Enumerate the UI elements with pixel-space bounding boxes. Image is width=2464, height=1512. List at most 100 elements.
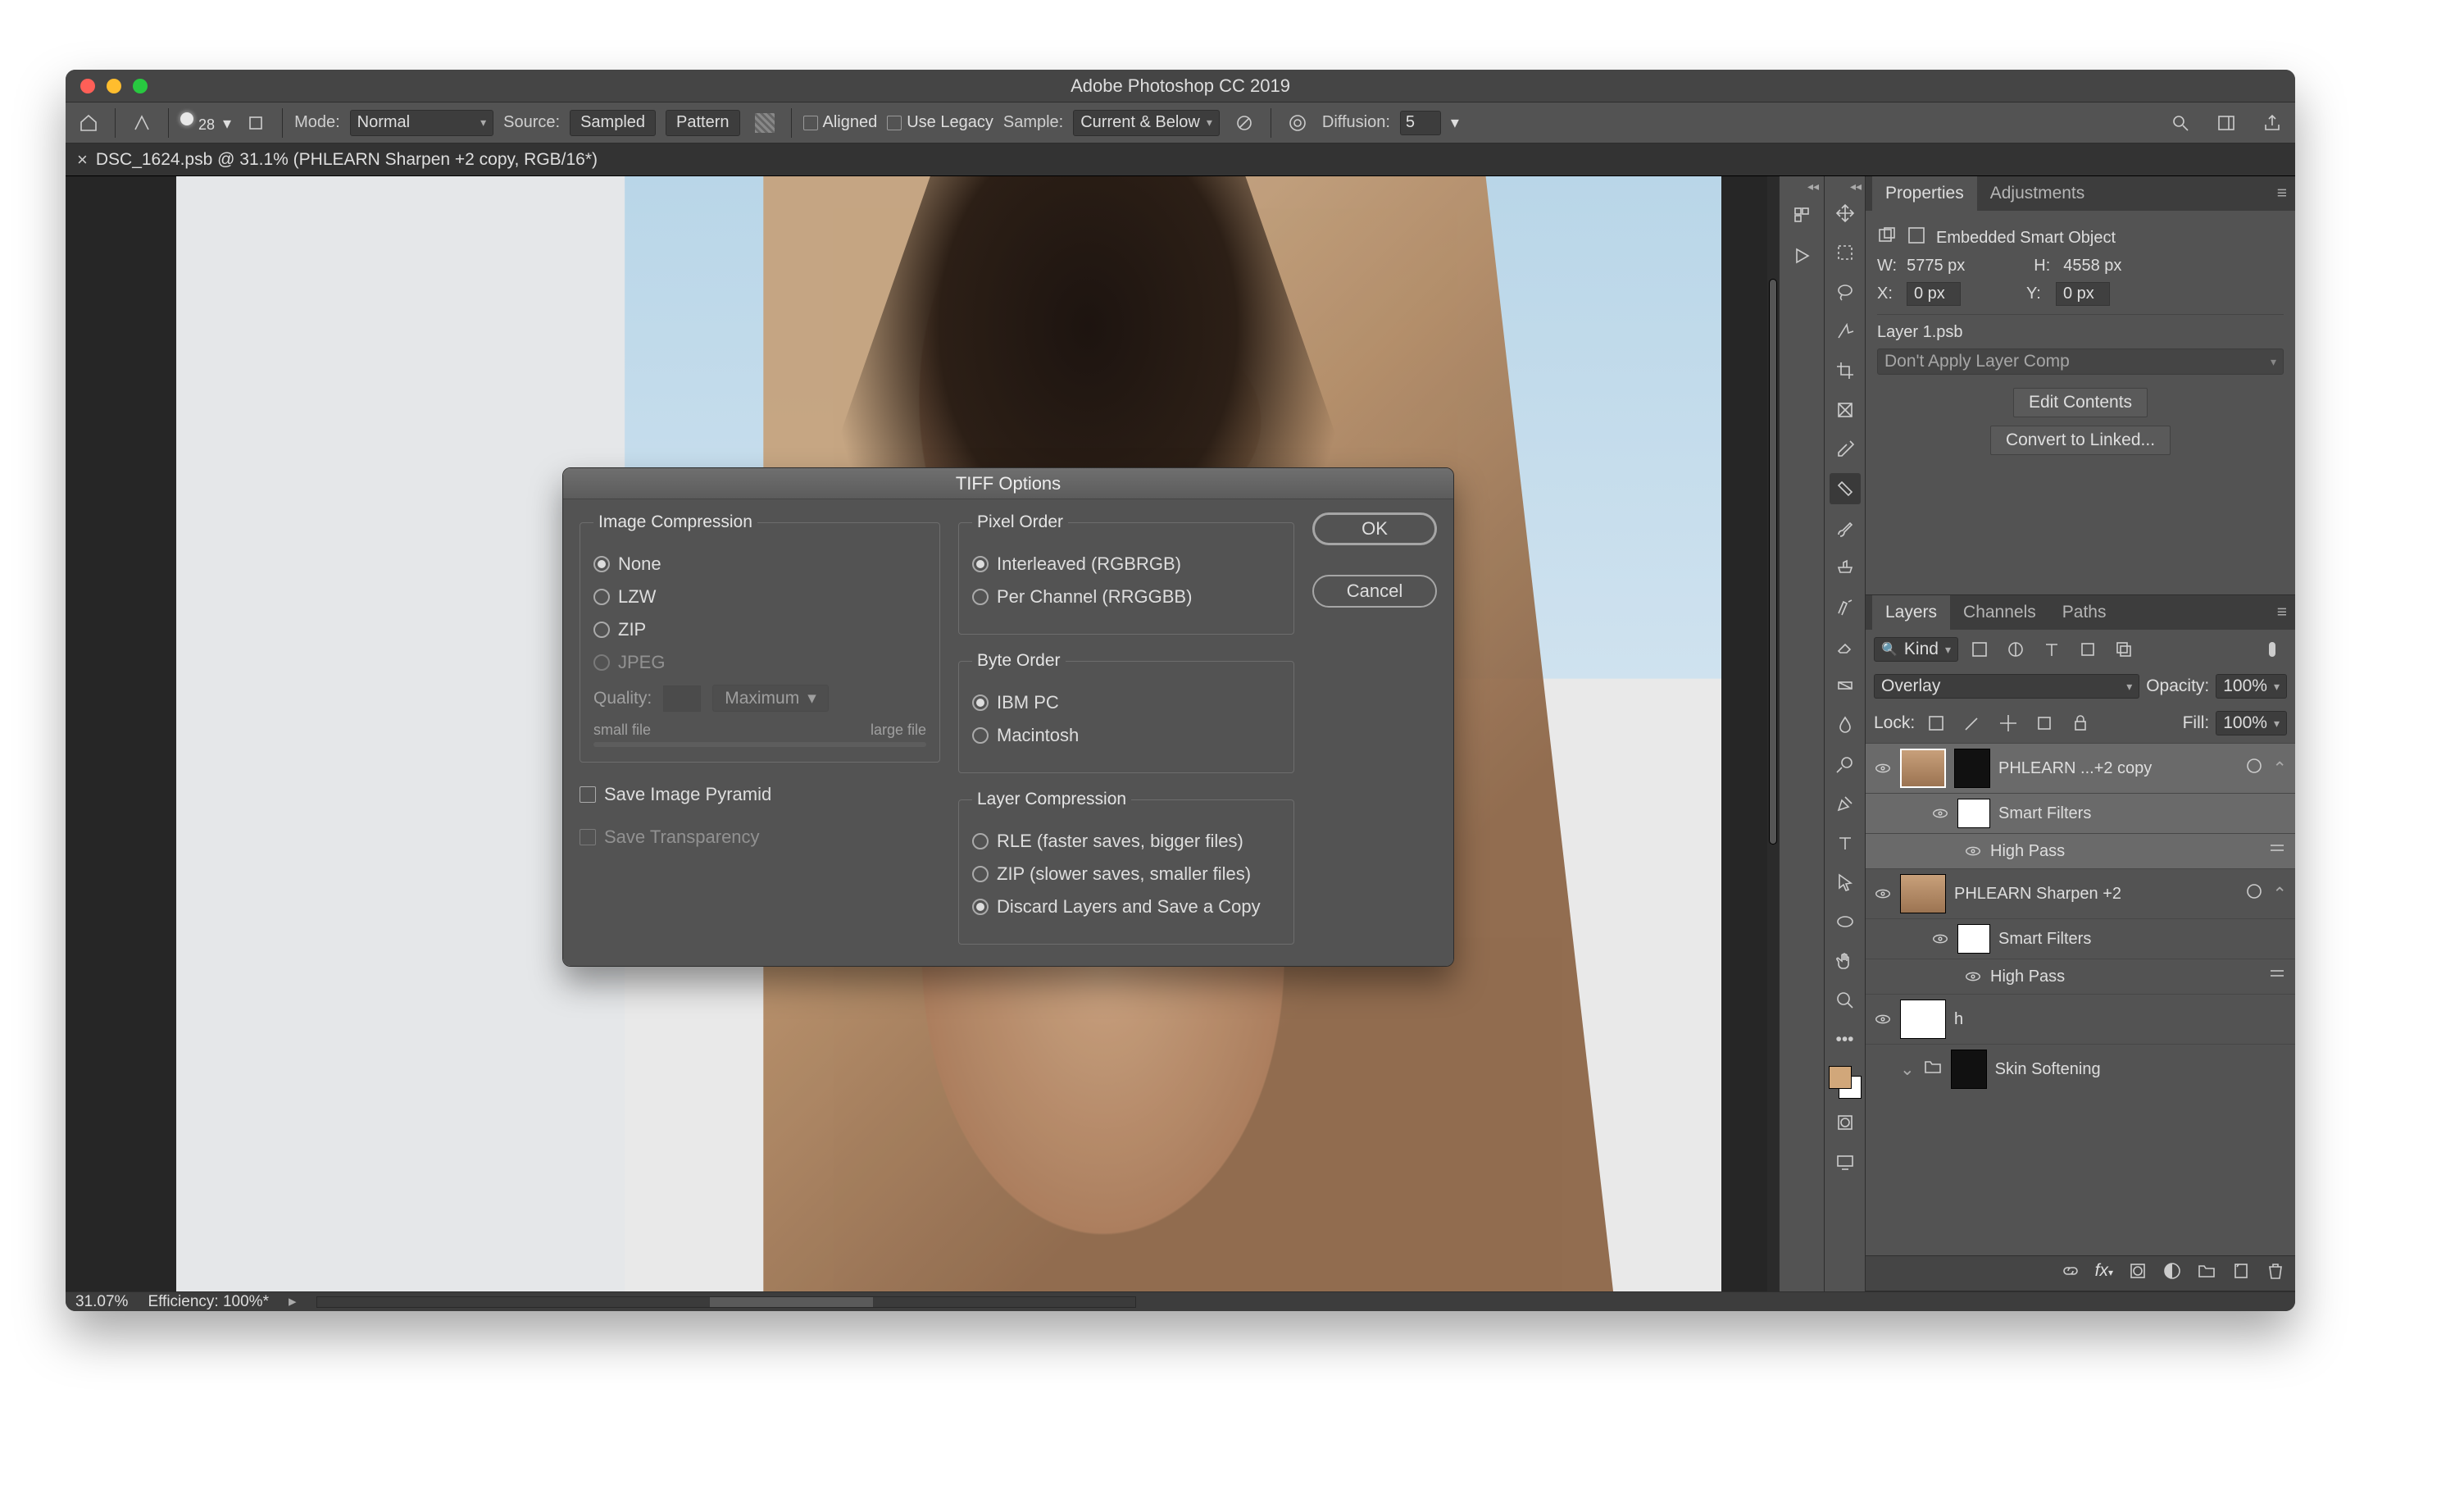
quick-mask-icon[interactable] bbox=[1830, 1107, 1861, 1138]
ok-button[interactable]: OK bbox=[1312, 512, 1437, 545]
zoom-tool-icon[interactable] bbox=[1830, 985, 1861, 1016]
mask-thumbnail[interactable] bbox=[1954, 749, 1990, 788]
collapse-icon[interactable]: ◂◂ bbox=[1780, 180, 1824, 194]
lock-transparency-icon[interactable] bbox=[1921, 708, 1951, 738]
visibility-icon[interactable] bbox=[1964, 842, 1982, 860]
layer-row[interactable]: PHLEARN Sharpen +2 ⌃ bbox=[1866, 868, 2295, 918]
brush-preview[interactable]: 28 ▾ bbox=[180, 112, 231, 134]
adjustment-filter-icon[interactable] bbox=[2001, 635, 2030, 664]
layer-discard-radio[interactable]: Discard Layers and Save a Copy bbox=[972, 896, 1280, 918]
close-window-icon[interactable] bbox=[80, 79, 95, 93]
gradient-tool-icon[interactable] bbox=[1830, 670, 1861, 701]
type-tool-icon[interactable] bbox=[1830, 827, 1861, 858]
blend-mode-select[interactable]: Overlay ▾ bbox=[1874, 674, 2139, 699]
crop-tool-icon[interactable] bbox=[1830, 355, 1861, 386]
home-icon[interactable] bbox=[74, 108, 103, 138]
eyedropper-tool-icon[interactable] bbox=[1830, 434, 1861, 465]
visibility-icon[interactable] bbox=[1931, 930, 1949, 948]
chevron-right-icon[interactable]: ▸ bbox=[289, 1292, 297, 1311]
filter-row[interactable]: High Pass bbox=[1866, 833, 2295, 868]
visibility-icon[interactable] bbox=[1874, 885, 1892, 903]
healing-brush-tool-icon[interactable] bbox=[1830, 473, 1861, 504]
visibility-icon[interactable] bbox=[1874, 759, 1892, 777]
sampled-button[interactable]: Sampled bbox=[570, 110, 656, 136]
filter-toggle-icon[interactable] bbox=[2257, 635, 2287, 664]
filter-row[interactable]: High Pass bbox=[1866, 959, 2295, 994]
share-icon[interactable] bbox=[2257, 108, 2287, 138]
scrollbar-thumb[interactable] bbox=[1769, 279, 1777, 845]
tab-layers[interactable]: Layers bbox=[1872, 595, 1950, 630]
pattern-button[interactable]: Pattern bbox=[666, 110, 739, 136]
filter-mask-thumbnail[interactable] bbox=[1957, 799, 1990, 828]
quick-select-tool-icon[interactable] bbox=[1830, 316, 1861, 347]
color-swatches[interactable] bbox=[1829, 1066, 1862, 1099]
chevron-down-icon[interactable]: ▾ bbox=[1451, 112, 1459, 133]
lock-all-icon[interactable] bbox=[2066, 708, 2095, 738]
tab-properties[interactable]: Properties bbox=[1872, 176, 1977, 211]
visibility-icon[interactable] bbox=[1874, 1060, 1892, 1078]
screen-mode-icon[interactable] bbox=[1830, 1146, 1861, 1177]
frame-tool-icon[interactable] bbox=[1830, 394, 1861, 426]
document-tab-title[interactable]: DSC_1624.psb @ 31.1% (PHLEARN Sharpen +2… bbox=[96, 150, 598, 170]
delete-layer-icon[interactable] bbox=[2266, 1261, 2285, 1286]
group-icon[interactable] bbox=[2197, 1261, 2216, 1286]
tab-paths[interactable]: Paths bbox=[2049, 595, 2120, 630]
brush-settings-icon[interactable] bbox=[241, 108, 270, 138]
link-layers-icon[interactable] bbox=[2061, 1261, 2080, 1286]
lock-pixels-icon[interactable] bbox=[1957, 708, 1987, 738]
efficiency[interactable]: Efficiency: 100%* bbox=[148, 1293, 269, 1311]
pixel-interleaved-radio[interactable]: Interleaved (RGBRGB) bbox=[972, 553, 1280, 575]
visibility-icon[interactable] bbox=[1964, 968, 1982, 986]
fill-input[interactable]: 100%▾ bbox=[2216, 711, 2287, 736]
mode-select[interactable]: Normal ▾ bbox=[350, 110, 493, 136]
path-select-tool-icon[interactable] bbox=[1830, 867, 1861, 898]
ignore-adjustments-icon[interactable] bbox=[1230, 108, 1259, 138]
cancel-button[interactable]: Cancel bbox=[1312, 575, 1437, 608]
smart-filters-row[interactable]: Smart Filters bbox=[1866, 793, 2295, 833]
edit-contents-button[interactable]: Edit Contents bbox=[2013, 388, 2148, 417]
mask-thumbnail[interactable] bbox=[1951, 1050, 1987, 1089]
layer-name[interactable]: h bbox=[1954, 1010, 2287, 1029]
type-filter-icon[interactable] bbox=[2037, 635, 2066, 664]
layer-thumbnail[interactable] bbox=[1900, 1000, 1946, 1039]
opacity-input[interactable]: 100%▾ bbox=[2216, 674, 2287, 699]
traffic-lights[interactable] bbox=[66, 79, 148, 93]
shape-filter-icon[interactable] bbox=[2073, 635, 2103, 664]
chevron-down-icon[interactable]: ⌃ bbox=[2272, 884, 2287, 904]
minimize-window-icon[interactable] bbox=[107, 79, 121, 93]
layer-name[interactable]: PHLEARN Sharpen +2 bbox=[1954, 885, 2236, 904]
compression-zip-radio[interactable]: ZIP bbox=[593, 619, 926, 640]
layer-thumbnail[interactable] bbox=[1900, 749, 1946, 788]
lock-position-icon[interactable] bbox=[1993, 708, 2023, 738]
compression-none-radio[interactable]: None bbox=[593, 553, 926, 575]
pixel-filter-icon[interactable] bbox=[1965, 635, 1994, 664]
layer-zip-radio[interactable]: ZIP (slower saves, smaller files) bbox=[972, 863, 1280, 885]
history-brush-tool-icon[interactable] bbox=[1830, 591, 1861, 622]
save-pyramid-checkbox[interactable]: Save Image Pyramid bbox=[580, 784, 940, 805]
close-tab-icon[interactable]: × bbox=[77, 149, 88, 171]
layer-mask-icon[interactable] bbox=[2128, 1261, 2148, 1286]
pattern-preview-icon[interactable] bbox=[750, 108, 780, 138]
marquee-tool-icon[interactable] bbox=[1830, 237, 1861, 268]
lasso-tool-icon[interactable] bbox=[1830, 276, 1861, 307]
move-tool-icon[interactable] bbox=[1830, 198, 1861, 229]
hand-tool-icon[interactable] bbox=[1830, 945, 1861, 977]
chevron-down-icon[interactable]: ▾ bbox=[223, 113, 231, 134]
layer-name[interactable]: Skin Softening bbox=[1995, 1060, 2287, 1079]
clone-stamp-tool-icon[interactable] bbox=[1830, 552, 1861, 583]
chevron-down-icon[interactable]: ⌄ bbox=[1900, 1059, 1915, 1080]
edit-toolbar-icon[interactable]: ••• bbox=[1830, 1024, 1861, 1055]
blur-tool-icon[interactable] bbox=[1830, 709, 1861, 740]
filter-blending-icon[interactable] bbox=[2267, 839, 2287, 863]
x-input[interactable]: 0 px bbox=[1907, 282, 1961, 306]
maximize-window-icon[interactable] bbox=[133, 79, 148, 93]
shape-tool-icon[interactable] bbox=[1830, 906, 1861, 937]
filter-mask-thumbnail[interactable] bbox=[1957, 924, 1990, 954]
status-scrollbar[interactable] bbox=[316, 1296, 1136, 1308]
smartobject-filter-icon[interactable] bbox=[2109, 635, 2139, 664]
adjustment-layer-icon[interactable] bbox=[2162, 1261, 2182, 1286]
filter-kind-select[interactable]: 🔍 Kind ▾ bbox=[1874, 637, 1958, 662]
lock-artboard-icon[interactable] bbox=[2030, 708, 2059, 738]
visibility-icon[interactable] bbox=[1874, 1010, 1892, 1028]
dodge-tool-icon[interactable] bbox=[1830, 749, 1861, 780]
